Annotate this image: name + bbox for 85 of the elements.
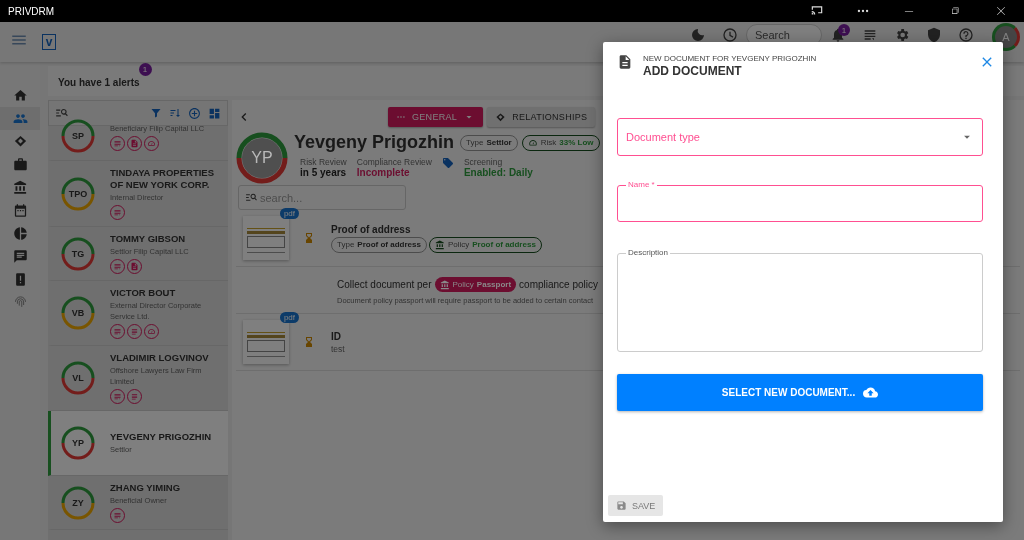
cast-icon[interactable]	[810, 4, 824, 18]
dialog-subtitle: NEW DOCUMENT FOR YEVGENY PRIGOZHIN	[643, 54, 817, 63]
avatar-initials: TPO	[68, 188, 88, 199]
filter-icon[interactable]	[150, 107, 162, 119]
review-value: Incomplete	[356, 167, 411, 178]
tab[interactable]: RELATIONSHIPS	[487, 107, 596, 127]
app-logo[interactable]: v	[42, 34, 56, 50]
review-label: Screening	[463, 157, 504, 167]
add-icon[interactable]	[188, 106, 201, 120]
grid-icon[interactable]	[208, 106, 221, 120]
settings-icon[interactable]	[894, 27, 910, 43]
avatar-initials: SP	[72, 131, 84, 141]
policy-chip[interactable]: Policy Passport	[434, 277, 517, 292]
notes-icon	[113, 392, 122, 401]
avatar-initials: YP	[251, 149, 273, 167]
people-icon[interactable]	[12, 111, 28, 126]
alerts-message[interactable]: You have 1 alerts	[58, 77, 140, 88]
contact-name: YEVGENY PRIGOZHIN	[110, 431, 212, 443]
save-icon	[616, 500, 627, 511]
document-subtitle: test	[331, 343, 345, 354]
review-label: Risk Review	[300, 157, 347, 167]
document-thumbnail[interactable]	[243, 216, 289, 260]
avatar-initials: VB	[71, 308, 85, 318]
document-icon	[130, 138, 139, 148]
document-title: ID	[331, 330, 342, 342]
review-label: Compliance Review	[356, 157, 432, 167]
list-icon	[130, 392, 139, 401]
moon-icon[interactable]	[690, 27, 706, 43]
bank-icon[interactable]	[12, 180, 28, 195]
bank-icon	[434, 239, 445, 250]
notes-icon	[113, 208, 122, 217]
gauge-icon	[147, 138, 156, 148]
document-icon	[617, 54, 633, 70]
file-format-badge: pdf	[279, 312, 299, 323]
help-icon[interactable]	[958, 27, 974, 43]
avatar-initials: TG	[71, 248, 85, 259]
list-search-icon	[245, 191, 258, 204]
fingerprint-icon[interactable]	[12, 295, 28, 310]
list-search-icon[interactable]	[55, 106, 69, 120]
notes-icon	[113, 327, 122, 336]
select-document-button[interactable]: SELECT NEW DOCUMENT...	[617, 374, 983, 411]
document-title: Proof of address	[331, 223, 412, 235]
tag-icon	[441, 157, 454, 169]
chat-icon[interactable]	[12, 249, 28, 264]
bank-icon	[439, 279, 450, 290]
hourglass-icon	[303, 336, 315, 348]
avatar-initials: ZY	[72, 497, 84, 508]
avatar-initials: VL	[72, 373, 84, 383]
hourglass-icon	[303, 232, 315, 244]
review-value: in 5 years	[300, 167, 347, 178]
sort-icon[interactable]	[169, 107, 181, 119]
contact-name: VLADIMIR LOGVINOV	[110, 352, 210, 364]
contact-name: ZHANG YIMING	[110, 482, 181, 494]
requirement-text: compliance policy	[519, 279, 598, 290]
notes-icon	[113, 511, 122, 520]
shield-icon[interactable]	[926, 27, 942, 43]
file-format-badge: pdf	[279, 208, 299, 219]
profile-name: Yevgeny Prigozhin	[294, 132, 455, 153]
history-icon[interactable]	[722, 27, 738, 43]
avatar-initials: YP	[72, 438, 84, 448]
dialog-title: ADD DOCUMENT	[643, 64, 743, 78]
document-icon	[130, 262, 139, 271]
document-thumbnail[interactable]	[243, 320, 289, 364]
tab[interactable]: GENERAL	[388, 107, 484, 127]
gauge-icon	[147, 327, 156, 336]
close-icon[interactable]	[994, 4, 1008, 18]
notes-icon	[113, 138, 122, 148]
requirement-text: Collect document per	[337, 279, 432, 290]
notes-icon[interactable]	[862, 27, 878, 43]
review-value: Enabled: Daily	[463, 167, 533, 178]
contact-name: TINDAYA PROPERTIES OF NEW YORK CORP.	[110, 167, 215, 191]
gauge-icon	[527, 137, 538, 148]
list-icon	[130, 327, 139, 336]
pie-chart-icon[interactable]	[12, 226, 28, 241]
notes-icon	[113, 262, 122, 271]
home-icon[interactable]	[12, 88, 28, 103]
contact-name: TOMMY GIBSON	[110, 233, 187, 245]
contact-name: VICTOR BOUT	[110, 287, 177, 299]
briefcase-icon[interactable]	[12, 157, 28, 172]
notification-count: 1	[838, 24, 850, 36]
document-type-select[interactable]: Document type	[617, 118, 983, 156]
alerts-count: 1	[138, 63, 152, 76]
cloud-upload-icon	[863, 385, 879, 400]
window-title: PRIVDRM	[8, 5, 55, 17]
calendar-icon[interactable]	[12, 203, 28, 218]
